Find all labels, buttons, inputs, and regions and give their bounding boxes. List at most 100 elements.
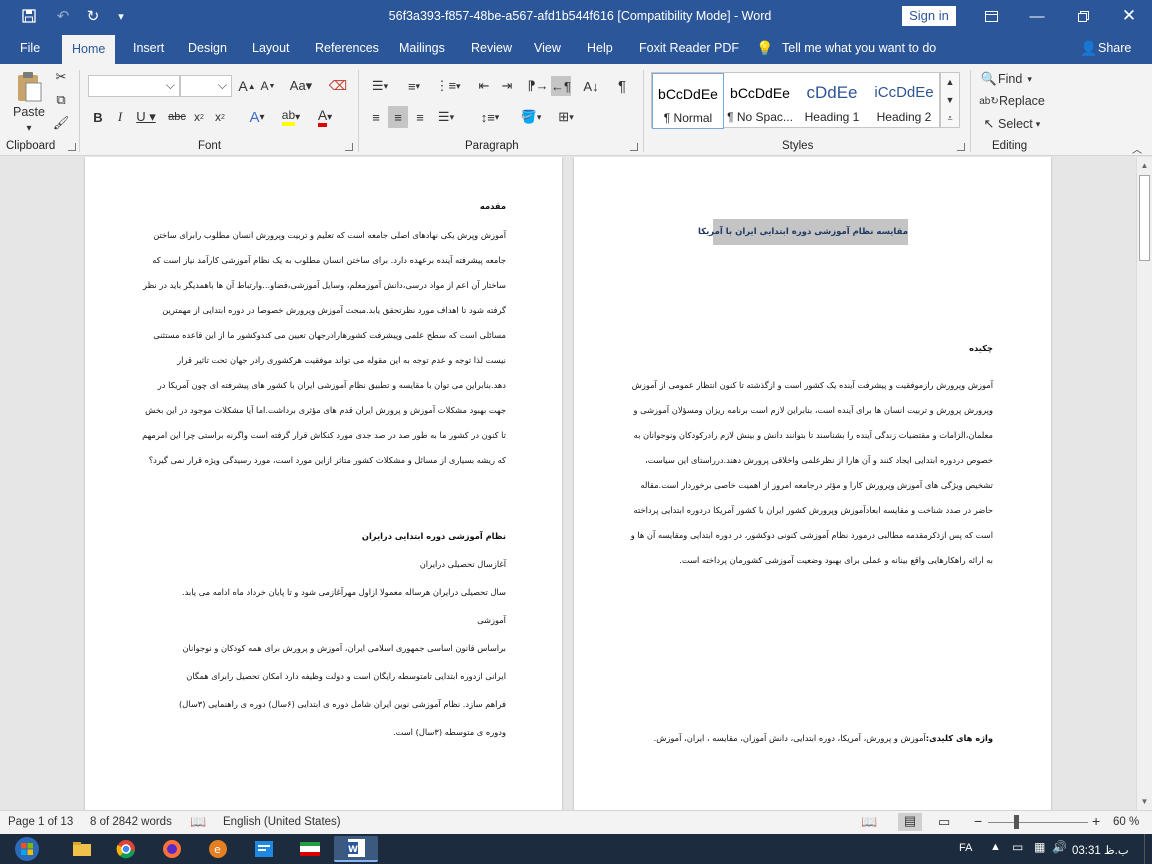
ribbon-display-options-icon[interactable] [980, 0, 1002, 32]
scrollbar-thumb[interactable] [1139, 175, 1150, 261]
tab-review[interactable]: Review [471, 32, 512, 64]
rtl-direction-icon[interactable]: ←¶ [551, 76, 571, 96]
cut-icon[interactable]: ✂ [52, 68, 70, 86]
text-effects-icon[interactable]: A ▾ [243, 108, 271, 126]
shrink-font-icon[interactable]: A ▼ [259, 76, 277, 96]
subscript-icon[interactable]: x2 [191, 108, 207, 126]
more-styles-icon[interactable]: ⩡ [944, 110, 956, 126]
numbering-icon[interactable]: ≡ ▾ [400, 76, 428, 96]
style-heading-1[interactable]: cDdEe Heading 1 [796, 73, 868, 129]
superscript-icon[interactable]: x2 [212, 108, 228, 126]
replace-button[interactable]: Replace [999, 92, 1055, 110]
tab-design[interactable]: Design [188, 32, 227, 64]
battery-icon[interactable]: ▭ [1012, 840, 1023, 854]
vertical-scrollbar[interactable]: ▲ ▼ [1136, 157, 1152, 810]
tab-mailings[interactable]: Mailings [399, 32, 445, 64]
scroll-up-icon[interactable]: ▲ [944, 74, 956, 90]
tab-insert[interactable]: Insert [133, 32, 164, 64]
font-name-combo[interactable]: ⌵ [88, 75, 180, 97]
restore-icon[interactable] [1068, 0, 1098, 32]
show-desktop-button[interactable] [1144, 834, 1152, 864]
align-right-icon[interactable]: ≡ [410, 108, 430, 126]
find-button[interactable]: Find ▾ [998, 70, 1046, 88]
sort-icon[interactable]: A↓ [580, 76, 602, 96]
tell-me-search[interactable]: Tell me what you want to do [782, 32, 936, 64]
zoom-slider-thumb[interactable] [1014, 815, 1019, 829]
print-layout-icon[interactable]: ▤ [898, 813, 922, 831]
tab-layout[interactable]: Layout [252, 32, 290, 64]
font-color-icon[interactable]: A ▾ [311, 107, 339, 127]
language-indicator[interactable]: English (United States) [223, 816, 341, 828]
zoom-out-icon[interactable]: − [974, 813, 982, 829]
copy-icon[interactable]: ⧉ [52, 91, 70, 109]
decrease-indent-icon[interactable]: ⇤ [474, 76, 494, 96]
close-icon[interactable]: ✕ [1114, 0, 1144, 32]
proofing-icon[interactable]: 📖 [190, 814, 206, 830]
underline-icon[interactable]: U ▾ [134, 108, 158, 126]
show-formatting-marks-icon[interactable]: ¶ [612, 76, 632, 96]
save-icon[interactable] [18, 0, 40, 32]
paragraph-launcher-icon[interactable] [630, 143, 638, 151]
bold-icon[interactable]: B [90, 108, 106, 126]
paste-icon[interactable] [14, 70, 44, 104]
app-blue-icon[interactable] [244, 836, 284, 862]
borders-icon[interactable]: ⊞ ▾ [552, 108, 580, 126]
scroll-up-arrow-icon[interactable]: ▲ [1139, 159, 1150, 171]
word-taskbar-icon[interactable]: W [334, 836, 378, 862]
style-normal[interactable]: bCcDdEe ¶ Normal [652, 73, 724, 129]
style-no-spacing[interactable]: bCcDdEe ¶ No Spac... [724, 73, 796, 129]
grow-font-icon[interactable]: A ▲ [238, 76, 256, 96]
font-launcher-icon[interactable] [345, 143, 353, 151]
tab-references[interactable]: References [315, 32, 379, 64]
highlight-color-icon[interactable]: ab ▾ [276, 108, 306, 126]
tab-foxit-reader-pdf[interactable]: Foxit Reader PDF [639, 32, 739, 64]
align-center-icon[interactable]: ≡ [388, 106, 408, 128]
collapse-ribbon-icon[interactable]: ︿ [1130, 142, 1144, 156]
page-count[interactable]: Page 1 of 13 [8, 816, 73, 828]
strikethrough-icon[interactable]: abc [167, 108, 187, 126]
zoom-level[interactable]: 60 % [1113, 816, 1139, 828]
ltr-direction-icon[interactable]: ⁋→ [527, 76, 548, 96]
sign-in-button[interactable]: Sign in [902, 6, 956, 26]
tab-home[interactable]: Home [62, 35, 116, 64]
minimize-icon[interactable]: — [1022, 0, 1052, 32]
customize-qat-icon[interactable]: ▾ [112, 0, 130, 32]
styles-launcher-icon[interactable] [957, 143, 965, 151]
tab-help[interactable]: Help [587, 32, 613, 64]
start-button-icon[interactable] [2, 836, 52, 862]
file-explorer-icon[interactable] [62, 836, 102, 862]
firefox-icon[interactable] [152, 836, 192, 862]
app-orange-icon[interactable]: e [198, 836, 238, 862]
change-case-icon[interactable]: Aa▾ [286, 76, 316, 96]
align-left-icon[interactable]: ≡ [366, 108, 386, 126]
document-page-1[interactable]: مقایسه نظام آموزشی دوره ابتدایی ایران با… [574, 157, 1051, 810]
redo-icon[interactable]: ↻ [82, 0, 104, 32]
multilevel-list-icon[interactable]: ⋮≡ ▾ [434, 76, 462, 96]
format-painter-icon[interactable]: 🖌 [52, 114, 70, 132]
share-button[interactable]: Share [1098, 32, 1131, 64]
word-count[interactable]: 8 of 2842 words [90, 816, 172, 828]
input-language[interactable]: FA [959, 842, 972, 854]
scroll-down-icon[interactable]: ▼ [944, 92, 956, 108]
document-page-2[interactable]: مقدمه آموزش وپرش یکی نهادهای اصلی جامعه … [85, 157, 562, 810]
volume-icon[interactable]: 🔊 [1052, 840, 1067, 854]
shading-icon[interactable]: 🪣 ▾ [516, 108, 546, 126]
tab-file[interactable]: File [20, 32, 40, 64]
read-mode-icon[interactable]: 📖 [861, 814, 877, 830]
font-size-combo[interactable]: ⌵ [180, 75, 232, 97]
select-button[interactable]: Select ▾ [998, 115, 1046, 133]
justify-icon[interactable]: ☰ ▾ [432, 108, 460, 126]
chrome-icon[interactable] [106, 836, 146, 862]
increase-indent-icon[interactable]: ⇥ [497, 76, 517, 96]
bullets-icon[interactable]: ☰ ▾ [366, 76, 394, 96]
zoom-in-icon[interactable]: + [1092, 813, 1100, 829]
clear-formatting-icon[interactable]: ⌫ [328, 76, 348, 96]
style-heading-2[interactable]: iCcDdEe Heading 2 [868, 73, 940, 129]
tray-expand-icon[interactable]: ▲ [990, 841, 1001, 853]
paste-dropdown-icon[interactable]: ▾ [22, 122, 36, 134]
network-icon[interactable]: ▦ [1034, 840, 1045, 854]
app-flag-icon[interactable] [290, 836, 330, 862]
italic-icon[interactable]: I [112, 108, 128, 126]
clipboard-launcher-icon[interactable] [68, 143, 76, 151]
undo-icon[interactable]: ↶ [50, 0, 76, 32]
